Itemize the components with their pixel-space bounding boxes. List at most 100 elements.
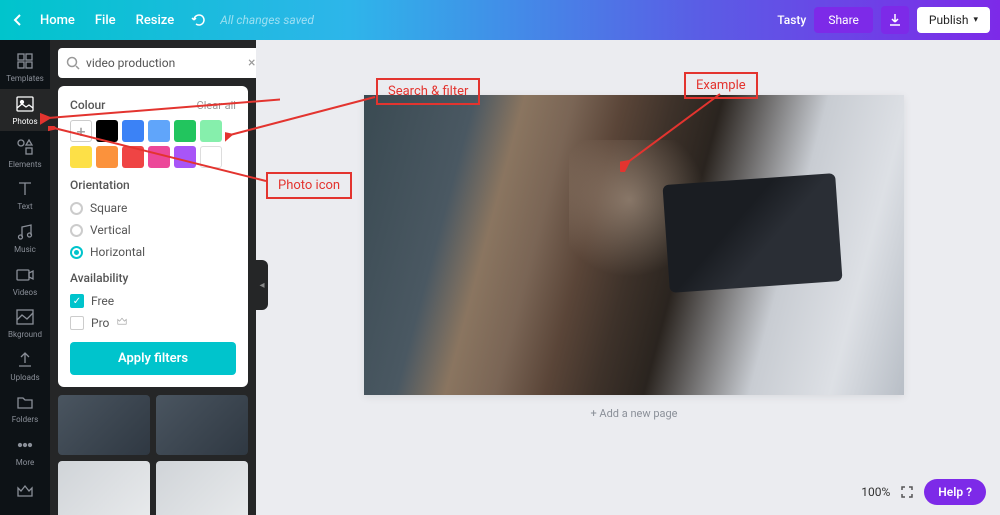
top-bar: Home File Resize All changes saved Tasty… [0,0,1000,40]
rail-templates[interactable]: Templates [0,46,50,89]
rail-pro[interactable] [0,472,50,515]
orientation-label: Orientation [70,178,236,192]
photo-results [50,387,256,515]
rail-label: Templates [6,74,43,83]
document-title[interactable]: Tasty [777,13,806,27]
clear-search-icon[interactable]: × [248,55,255,71]
download-button[interactable] [881,6,909,34]
rail-elements[interactable]: Elements [0,131,50,174]
elements-icon [15,137,35,157]
checkbox-icon: ✓ [70,294,84,308]
uploads-icon [15,350,35,370]
colour-swatch[interactable] [174,120,196,142]
rail-label: Photos [12,117,37,126]
orientation-vertical[interactable]: Vertical [70,219,236,241]
file-menu[interactable]: File [85,13,126,28]
apply-filters-button[interactable]: Apply filters [70,342,236,375]
colour-swatch[interactable] [96,120,118,142]
radio-label: Vertical [90,223,131,237]
rail-folders[interactable]: Folders [0,387,50,430]
fullscreen-icon[interactable] [900,485,914,499]
undo-icon[interactable] [190,12,206,28]
clear-all-button[interactable]: Clear all [197,99,236,112]
rail-label: Folders [12,415,38,424]
zoom-level[interactable]: 100% [861,485,890,499]
colour-swatch[interactable] [122,120,144,142]
photos-icon [15,94,35,114]
rail-music[interactable]: Music [0,217,50,260]
radio-icon [70,224,83,237]
rail-videos[interactable]: Videos [0,259,50,302]
add-colour-button[interactable]: + [70,120,92,142]
design-page[interactable] [364,95,904,395]
panel-collapse-handle[interactable]: ◂ [256,260,268,310]
rail-more[interactable]: More [0,430,50,473]
more-icon [15,435,35,455]
annotation-example: Example [684,72,758,99]
filter-card: Colour Clear all + Orientation Square Ver… [58,86,248,387]
photo-thumb[interactable] [156,395,248,455]
text-icon [15,179,35,199]
rail-label: Text [17,202,32,211]
crown-icon [15,484,35,504]
search-box[interactable]: × [58,48,256,78]
placed-photo[interactable] [364,95,904,395]
resize-menu[interactable]: Resize [126,13,185,28]
colour-swatch[interactable] [96,146,118,168]
radio-icon [70,246,83,259]
side-rail: Templates Photos Elements Text Music Videos Bk… [0,40,50,515]
orientation-horizontal[interactable]: Horizontal [70,241,236,263]
search-icon [66,56,80,70]
folders-icon [15,392,35,412]
rail-label: More [16,458,34,467]
music-icon [15,222,35,242]
rail-label: Bkground [8,330,42,339]
rail-label: Elements [8,160,41,169]
availability-label: Availability [70,271,236,285]
templates-icon [15,51,35,71]
checkbox-icon [70,316,84,330]
radio-icon [70,202,83,215]
publish-button[interactable]: Publish [917,7,990,33]
photo-thumb[interactable] [156,461,248,515]
annotation-search-filter: Search & filter [376,78,480,105]
search-input[interactable] [86,56,242,70]
background-icon [15,307,35,327]
crown-icon [116,317,128,329]
photo-thumb[interactable] [58,395,150,455]
radio-label: Square [90,201,127,215]
photo-thumb[interactable] [58,461,150,515]
annotation-photo-icon: Photo icon [266,172,352,199]
canvas-area: + Add a new page [268,40,1000,515]
share-button[interactable]: Share [814,7,873,33]
help-button[interactable]: Help ? [924,479,986,505]
check-label: Free [91,294,114,308]
photos-panel: × Colour Clear all + Orientation Square V… [50,40,256,515]
rail-background[interactable]: Bkground [0,302,50,345]
save-status: All changes saved [220,13,314,27]
rail-photos[interactable]: Photos [0,89,50,132]
colour-swatch[interactable] [148,146,170,168]
colour-swatch[interactable] [200,146,222,168]
rail-uploads[interactable]: Uploads [0,344,50,387]
rail-label: Music [14,245,36,254]
colour-swatch[interactable] [122,146,144,168]
radio-label: Horizontal [90,245,145,259]
home-button[interactable]: Home [30,13,85,28]
colour-label: Colour [70,98,105,112]
availability-free[interactable]: ✓ Free [70,290,236,312]
zoom-bar: 100% Help ? [861,479,986,505]
rail-text[interactable]: Text [0,174,50,217]
colour-swatch[interactable] [70,146,92,168]
rail-label: Videos [13,288,37,297]
videos-icon [15,265,35,285]
check-label: Pro [91,316,109,330]
colour-swatch[interactable] [148,120,170,142]
orientation-square[interactable]: Square [70,197,236,219]
add-new-page-button[interactable]: + Add a new page [364,395,904,432]
colour-swatch[interactable] [174,146,196,168]
colour-swatch[interactable] [200,120,222,142]
availability-pro[interactable]: Pro [70,312,236,334]
rail-label: Uploads [10,373,39,382]
back-icon[interactable] [10,13,24,27]
